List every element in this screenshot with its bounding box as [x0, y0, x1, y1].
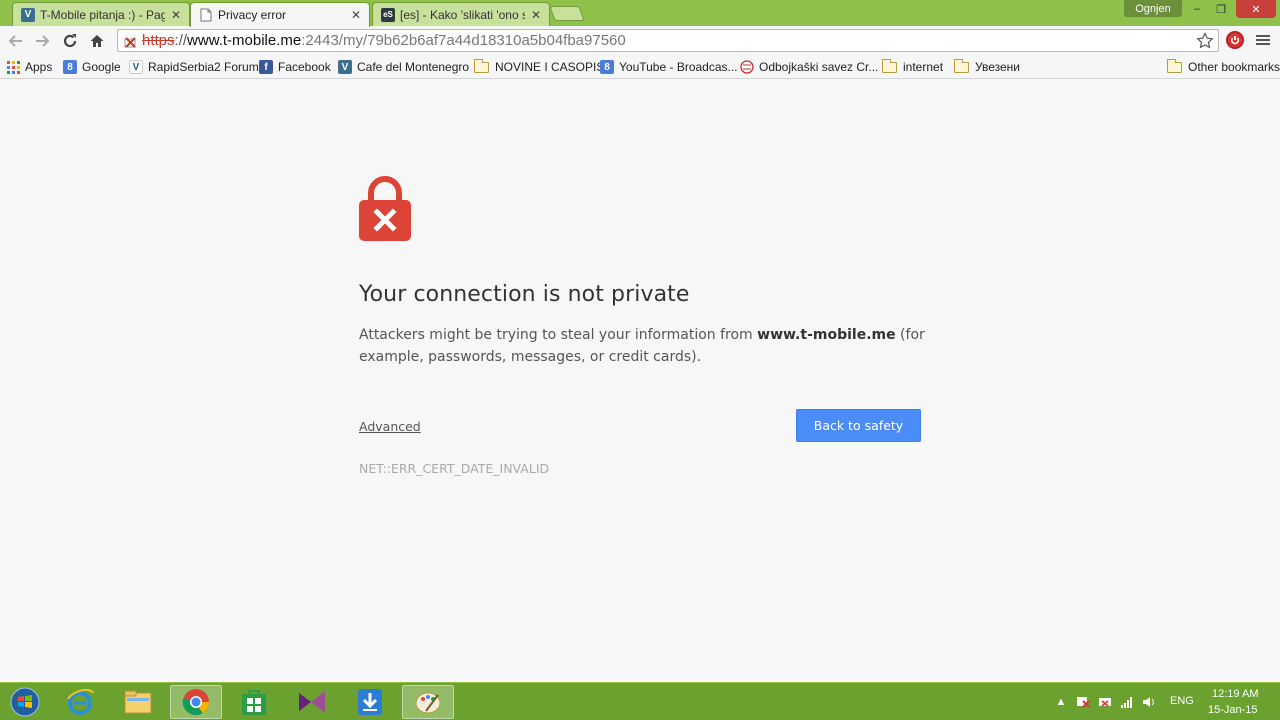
- volume-icon[interactable]: [1142, 695, 1156, 709]
- error-description: Attackers might be trying to steal your …: [359, 324, 929, 368]
- paint-icon[interactable]: [402, 685, 454, 719]
- facebook-icon: f: [259, 60, 273, 74]
- tab-title: Privacy error: [218, 8, 287, 22]
- bookmark-rapidserbia[interactable]: V RapidSerbia2 Forum: [129, 58, 259, 76]
- wifi-signal-icon[interactable]: [1120, 695, 1134, 709]
- tab-close-icon[interactable]: ✕: [349, 8, 363, 22]
- tab-title: T-Mobile pitanja :) - Page: [40, 7, 165, 22]
- folder-icon: [953, 58, 969, 73]
- bookmark-label: Odbojkaški savez Cr...: [759, 60, 879, 74]
- url-scheme: https: [142, 32, 175, 49]
- minimize-icon[interactable]: –: [1186, 0, 1208, 18]
- url-separator: ://: [174, 32, 188, 49]
- extension-stop-icon[interactable]: [1226, 31, 1244, 49]
- tab-privacy-error[interactable]: Privacy error ✕: [190, 2, 370, 27]
- windows-start-icon[interactable]: [6, 685, 44, 719]
- red-lock-icon: [358, 176, 412, 242]
- bookmarks-bar: Apps 8 Google V RapidSerbia2 Forum f Fac…: [0, 55, 1280, 79]
- bookmark-label: NOVINE I CASOPISI: [495, 60, 608, 74]
- back-arrow-icon[interactable]: [5, 30, 27, 52]
- bookmark-label: Google: [82, 60, 121, 74]
- advanced-link[interactable]: Advanced: [359, 419, 421, 434]
- address-bar[interactable]: https://www.t-mobile.me:2443/my/79b62b6a…: [117, 29, 1219, 52]
- tab-close-icon[interactable]: ✕: [529, 8, 543, 22]
- tab-close-icon[interactable]: ✕: [169, 8, 183, 22]
- bookmark-label: Cafe del Montenegro: [357, 60, 470, 74]
- clock-time[interactable]: 12:19 AM: [1212, 688, 1258, 700]
- apps-grid-icon: [6, 60, 20, 74]
- network-adapter-icon[interactable]: [1098, 695, 1112, 709]
- action-center-icon[interactable]: [1076, 695, 1090, 709]
- tab-strip: V T-Mobile pitanja :) - Page ✕ Privacy e…: [0, 0, 1280, 27]
- bookmark-folder-novine[interactable]: NOVINE I CASOPISI: [473, 58, 608, 76]
- windows-store-icon[interactable]: [228, 685, 280, 719]
- bookmark-youtube[interactable]: 8 YouTube - Broadcas...: [600, 58, 738, 76]
- folder-icon: [473, 58, 489, 73]
- profile-name[interactable]: Ognjen: [1124, 0, 1182, 17]
- error-title: Your connection is not private: [359, 282, 690, 307]
- bookmark-label: RapidSerbia2 Forum: [148, 60, 259, 74]
- cafe-icon: V: [338, 60, 352, 74]
- error-desc-before: Attackers might be trying to steal your …: [359, 327, 758, 343]
- bookmark-odbojkaski[interactable]: Odbojkaški savez Cr...: [740, 58, 878, 76]
- url-path: :2443/my/79b62b6af7a44d18310a5b04fba9756…: [301, 32, 626, 49]
- visual-studio-icon[interactable]: [286, 685, 338, 719]
- chrome-menu-icon[interactable]: [1256, 33, 1270, 47]
- bookmark-apps[interactable]: Apps: [6, 58, 52, 76]
- tab-es-kako-slikati[interactable]: eS [es] - Kako 'slikati 'ono sto ✕: [372, 2, 550, 26]
- forum-favicon-icon: V: [21, 7, 35, 22]
- bookmark-label: Увезени: [975, 60, 1020, 74]
- forward-arrow-icon[interactable]: [31, 30, 53, 52]
- broken-lock-icon[interactable]: [122, 32, 140, 50]
- bookmark-label: Apps: [25, 60, 53, 74]
- bookmark-label: internet: [903, 60, 944, 74]
- folder-icon: [1166, 58, 1182, 73]
- page-favicon-icon: [199, 8, 213, 22]
- new-tab-button[interactable]: [549, 6, 585, 21]
- bookmark-label: Other bookmarks: [1188, 60, 1280, 74]
- error-code: NET::ERR_CERT_DATE_INVALID: [359, 461, 550, 476]
- back-to-safety-button[interactable]: Back to safety: [796, 409, 921, 442]
- bookmark-folder-internet[interactable]: internet: [881, 58, 944, 76]
- file-explorer-icon[interactable]: [112, 685, 164, 719]
- chrome-taskbar-icon[interactable]: [170, 685, 222, 719]
- url-host: www.t-mobile.me: [187, 32, 302, 49]
- windows-taskbar: ▲ ENG 12:19 AM 15-Jan-15: [0, 682, 1280, 720]
- download-icon[interactable]: [344, 685, 396, 719]
- clock-date[interactable]: 15-Jan-15: [1208, 704, 1258, 716]
- volleyball-icon: [740, 60, 754, 74]
- rapidserbia-icon: V: [129, 60, 143, 74]
- interstitial-page: Your connection is not private Attackers…: [0, 80, 1280, 682]
- browser-toolbar: https://www.t-mobile.me:2443/my/79b62b6a…: [0, 26, 1280, 55]
- tab-title: [es] - Kako 'slikati 'ono sto: [400, 7, 525, 22]
- internet-explorer-icon[interactable]: [54, 685, 106, 719]
- es-favicon-icon: eS: [381, 7, 395, 22]
- bookmark-cafe-del-montenegro[interactable]: V Cafe del Montenegro: [338, 58, 469, 76]
- restore-icon[interactable]: ❐: [1210, 0, 1232, 18]
- tab-tmobile-pitanja[interactable]: V T-Mobile pitanja :) - Page ✕: [12, 2, 190, 26]
- bookmark-label: Facebook: [278, 60, 331, 74]
- home-icon[interactable]: [86, 30, 108, 52]
- error-desc-host: www.t-mobile.me: [757, 327, 896, 343]
- bookmark-other-bookmarks[interactable]: Other bookmarks: [1166, 58, 1280, 76]
- bookmark-star-icon[interactable]: [1196, 32, 1214, 50]
- folder-icon: [881, 58, 897, 73]
- bookmark-label: YouTube - Broadcas...: [619, 60, 738, 74]
- bookmark-folder-uvezeni[interactable]: Увезени: [953, 58, 1020, 76]
- bookmark-google[interactable]: 8 Google: [63, 58, 121, 76]
- bookmark-facebook[interactable]: f Facebook: [259, 58, 331, 76]
- show-hidden-icons-icon[interactable]: ▲: [1054, 695, 1068, 709]
- input-language[interactable]: ENG: [1170, 695, 1194, 707]
- reload-icon[interactable]: [59, 30, 81, 52]
- close-window-icon[interactable]: ✕: [1236, 0, 1276, 18]
- google-icon: 8: [63, 60, 77, 74]
- youtube-icon: 8: [600, 60, 614, 74]
